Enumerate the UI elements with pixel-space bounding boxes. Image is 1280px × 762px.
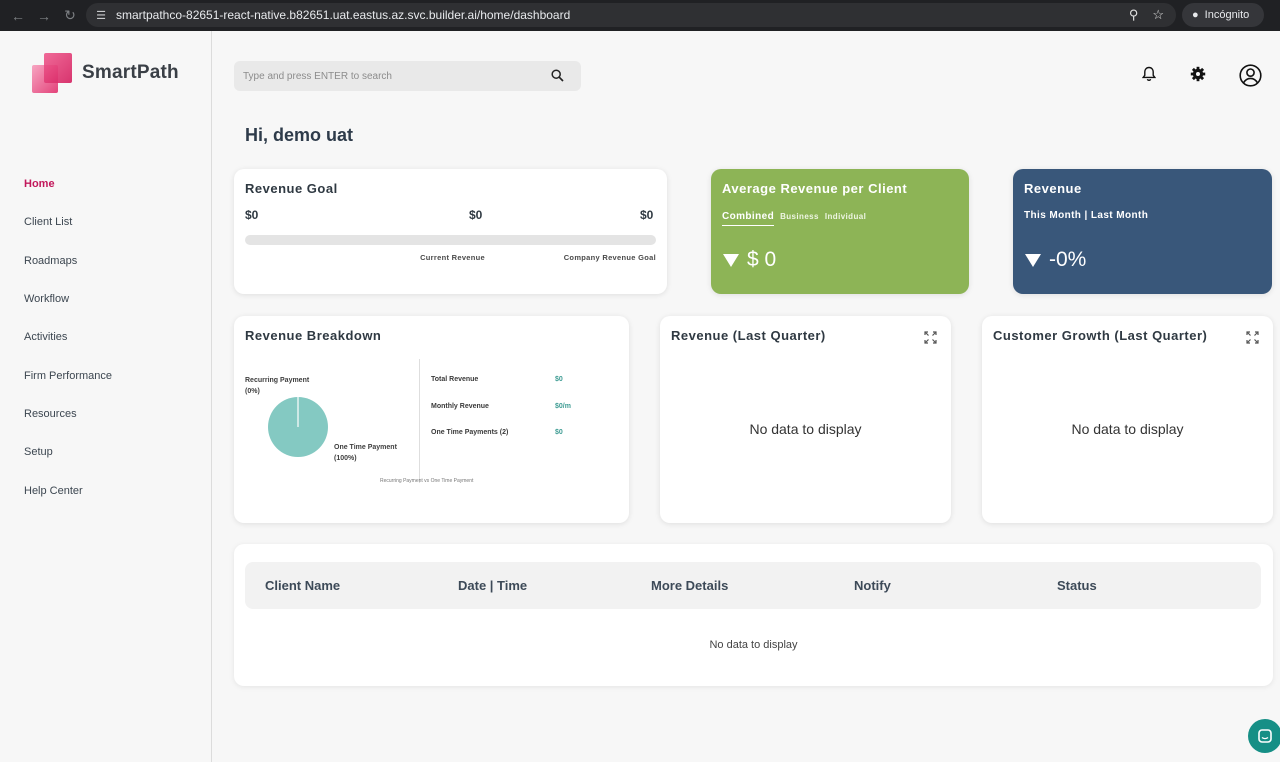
sidebar-item-help-center[interactable]: Help Center <box>24 471 112 509</box>
revenue-change-value: -0% <box>1049 248 1087 271</box>
total-revenue-value: $0 <box>555 376 563 383</box>
logo-mark-icon <box>32 53 72 93</box>
revenue-breakdown-card: Revenue Breakdown Recurring Payment (0%)… <box>234 316 629 523</box>
incognito-label: Incógnito <box>1204 9 1250 21</box>
table-header: Client Name Date | Time More Details Not… <box>245 562 1261 609</box>
current-revenue-label: Current Revenue <box>420 253 485 262</box>
goal-start-value: $0 <box>245 208 259 222</box>
down-triangle-icon <box>1025 253 1041 267</box>
sidebar-item-activities[interactable]: Activities <box>24 318 112 356</box>
revenue-goal-title: Revenue Goal <box>245 181 338 196</box>
tab-combined[interactable]: Combined <box>722 211 775 226</box>
one-time-payments-label: One Time Payments (2) <box>431 429 509 436</box>
one-time-payment-label: One Time Payment (100%) <box>334 444 397 462</box>
customer-growth-title: Customer Growth (Last Quarter) <box>993 328 1208 343</box>
logo[interactable]: SmartPath <box>32 53 179 93</box>
customer-growth-empty: No data to display <box>1071 421 1184 437</box>
monthly-revenue-label: Monthly Revenue <box>431 403 489 410</box>
revenue-pie-chart <box>268 397 328 457</box>
search-bar <box>234 61 581 91</box>
revenue-last-quarter-title: Revenue (Last Quarter) <box>671 328 826 343</box>
breakdown-divider <box>419 359 420 483</box>
company-revenue-goal-label: Company Revenue Goal <box>563 253 656 262</box>
revenue-title: Revenue <box>1024 181 1082 196</box>
one-time-payments-value: $0 <box>555 429 563 436</box>
sidebar-item-client-list[interactable]: Client List <box>24 203 112 241</box>
customer-growth-card: Customer Growth (Last Quarter) No data t… <box>982 316 1273 523</box>
forward-icon[interactable]: → <box>36 8 52 24</box>
bell-icon[interactable] <box>1141 66 1157 87</box>
sidebar-item-home[interactable]: Home <box>24 165 112 203</box>
gear-icon[interactable] <box>1190 66 1206 87</box>
browser-toolbar: ← → ↻ ☰ smartpathco-82651-react-native.b… <box>0 0 1280 31</box>
goal-target-value: $0 <box>640 208 654 222</box>
logo-text: SmartPath <box>82 62 179 83</box>
total-revenue-label: Total Revenue <box>431 376 479 383</box>
incognito-icon: ● <box>1192 9 1199 21</box>
breakdown-caption: Recurring Payment vs One Time Payment <box>380 478 474 484</box>
address-bar[interactable]: ☰ smartpathco-82651-react-native.b82651.… <box>86 3 1176 27</box>
expand-icon[interactable] <box>924 331 937 349</box>
avg-revenue-value: $ 0 <box>747 248 777 271</box>
reload-icon[interactable]: ↻ <box>62 7 78 24</box>
revenue-goal-card: Revenue Goal $0 $0 $0 Current Revenue Co… <box>234 169 667 294</box>
user-avatar-icon[interactable] <box>1239 64 1262 92</box>
sidebar-item-workflow[interactable]: Workflow <box>24 280 112 318</box>
chat-launcher-button[interactable] <box>1248 719 1280 753</box>
chat-icon <box>1258 729 1272 743</box>
incognito-badge[interactable]: ● Incógnito <box>1182 3 1264 27</box>
sidebar-item-firm-performance[interactable]: Firm Performance <box>24 356 112 394</box>
table-empty-message: No data to display <box>709 639 798 651</box>
sidebar-item-setup[interactable]: Setup <box>24 433 112 471</box>
down-triangle-icon <box>723 253 739 267</box>
revenue-value-row: -0% <box>1025 248 1086 272</box>
sidebar-menu: Home Client List Roadmaps Workflow Activ… <box>24 165 112 510</box>
page-greeting: Hi, demo uat <box>245 125 354 145</box>
column-status[interactable]: Status <box>1057 578 1097 593</box>
column-date-time[interactable]: Date | Time <box>458 578 527 593</box>
sidebar-item-resources[interactable]: Resources <box>24 395 112 433</box>
column-more-details[interactable]: More Details <box>651 578 728 593</box>
monthly-revenue-value: $0/m <box>555 403 571 410</box>
zoom-icon[interactable]: ⚲ <box>1129 7 1139 23</box>
back-icon[interactable]: ← <box>10 8 26 24</box>
recurring-payment-label: Recurring Payment (0%) <box>245 377 310 395</box>
client-activity-table: Client Name Date | Time More Details Not… <box>234 544 1273 686</box>
column-client-name[interactable]: Client Name <box>265 578 340 593</box>
search-icon[interactable] <box>551 69 564 87</box>
sidebar-item-roadmaps[interactable]: Roadmaps <box>24 242 112 280</box>
avg-revenue-card: Average Revenue per Client Combined Busi… <box>711 169 969 294</box>
revenue-card: Revenue This Month | Last Month -0% <box>1013 169 1272 294</box>
tab-business[interactable]: Business <box>780 212 819 221</box>
column-notify[interactable]: Notify <box>854 578 891 593</box>
expand-icon[interactable] <box>1246 331 1259 349</box>
revenue-breakdown-title: Revenue Breakdown <box>245 328 382 343</box>
tab-individual[interactable]: Individual <box>825 212 866 221</box>
url-text[interactable]: smartpathco-82651-react-native.b82651.ua… <box>116 8 570 22</box>
search-input[interactable] <box>243 70 533 82</box>
goal-current-value: $0 <box>469 208 483 222</box>
bookmark-star-icon[interactable]: ☆ <box>1152 7 1164 23</box>
revenue-period[interactable]: This Month | Last Month <box>1024 210 1148 221</box>
revenue-last-quarter-empty: No data to display <box>749 421 862 437</box>
avg-revenue-title: Average Revenue per Client <box>722 181 908 196</box>
revenue-last-quarter-card: Revenue (Last Quarter) No data to displa… <box>660 316 951 523</box>
site-settings-icon[interactable]: ☰ <box>94 8 108 22</box>
sidebar: SmartPath Home Client List Roadmaps Work… <box>0 31 212 762</box>
avg-revenue-value-row: $ 0 <box>723 248 776 272</box>
avg-revenue-tabs: Combined Business Individual <box>722 211 866 226</box>
revenue-progress-bar <box>245 235 656 245</box>
